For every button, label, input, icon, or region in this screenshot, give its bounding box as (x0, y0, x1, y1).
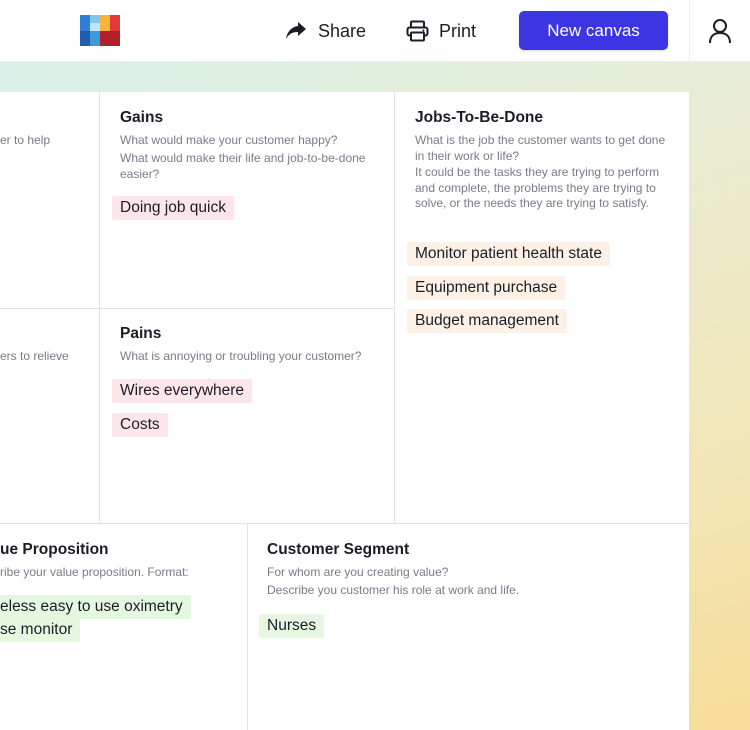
canvas-board: er to help ers to relieve Gains What wou… (0, 92, 689, 730)
value-proposition-cell[interactable]: ue Proposition ribe your value propositi… (0, 524, 247, 730)
partial-cell-desc-top: er to help (0, 133, 51, 147)
grid-divider (0, 523, 689, 524)
pains-desc: What is annoying or troubling your custo… (120, 349, 362, 363)
share-icon (286, 22, 306, 39)
pains-item[interactable]: Costs (112, 413, 168, 437)
customer-segment-desc-2: Describe you customer his role at work a… (267, 583, 520, 597)
user-icon[interactable] (708, 18, 732, 44)
gains-cell[interactable]: Gains What would make your customer happ… (100, 92, 394, 308)
partial-cell-desc-mid: ers to relieve (0, 349, 69, 363)
jobs-item[interactable]: Equipment purchase (407, 276, 566, 300)
header-divider (689, 0, 690, 62)
jobs-item[interactable]: Budget management (407, 309, 567, 333)
gains-desc-1: What would make your customer happy? (120, 133, 338, 147)
jobs-to-be-done-cell[interactable]: Jobs-To-Be-Done What is the job the cust… (395, 92, 689, 523)
gains-desc-2: What would make their life and job-to-be… (120, 151, 366, 181)
value-proposition-item[interactable]: eless easy to use oximetry (0, 595, 191, 619)
gains-title: Gains (120, 109, 164, 126)
logo-icon[interactable] (80, 15, 120, 46)
customer-segment-desc-1: For whom are you creating value? (267, 565, 449, 579)
value-proposition-title: ue Proposition (0, 541, 109, 558)
pains-cell[interactable]: Pains What is annoying or troubling your… (100, 308, 394, 523)
value-proposition-desc: ribe your value proposition. Format: (0, 565, 189, 579)
value-proposition-item[interactable]: se monitor (0, 618, 81, 642)
new-canvas-button[interactable]: New canvas (519, 11, 668, 50)
grid-divider (0, 308, 394, 309)
customer-segment-cell[interactable]: Customer Segment For whom are you creati… (248, 524, 689, 730)
gains-item[interactable]: Doing job quick (112, 196, 234, 220)
jobs-title: Jobs-To-Be-Done (415, 109, 544, 126)
jobs-desc-1: What is the job the customer wants to ge… (415, 133, 666, 163)
print-button[interactable]: Print (406, 17, 476, 45)
jobs-item[interactable]: Monitor patient health state (407, 242, 610, 266)
print-label: Print (439, 20, 477, 41)
grid-divider (247, 524, 248, 730)
pains-title: Pains (120, 325, 162, 342)
pains-item[interactable]: Wires everywhere (112, 379, 253, 403)
top-bar: Share Print New canvas (0, 0, 750, 62)
customer-segment-title: Customer Segment (267, 541, 410, 558)
jobs-desc-2: It could be the tasks they are trying to… (415, 165, 660, 210)
printer-icon (406, 20, 429, 42)
share-label: Share (318, 20, 367, 41)
share-button[interactable]: Share (284, 17, 366, 45)
customer-segment-item[interactable]: Nurses (259, 614, 325, 638)
grid-divider (394, 92, 395, 523)
